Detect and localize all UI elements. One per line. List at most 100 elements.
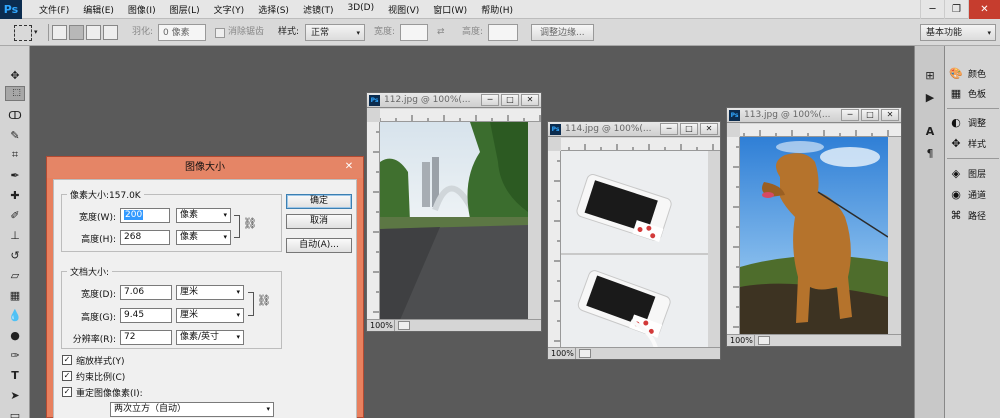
- rect-marquee-tool-icon[interactable]: ⬚: [5, 86, 25, 101]
- close-icon[interactable]: ✕: [342, 161, 356, 174]
- pixel-width-input[interactable]: 200: [120, 208, 170, 223]
- width-input[interactable]: [400, 24, 428, 41]
- menu-select[interactable]: 选择(S): [251, 3, 296, 16]
- menu-view[interactable]: 视图(V): [381, 3, 426, 16]
- new-selection-icon[interactable]: [52, 25, 67, 40]
- panel-item-channels[interactable]: ◉ 通道: [947, 184, 999, 204]
- panel-item-styles[interactable]: ✥ 样式: [947, 133, 999, 153]
- marquee-preset-icon[interactable]: [14, 25, 32, 41]
- move-tool-icon[interactable]: ✥: [5, 66, 25, 84]
- feather-input[interactable]: 0 像素: [158, 24, 206, 41]
- resolution-input[interactable]: 72: [120, 330, 172, 345]
- history-brush-tool-icon[interactable]: ↺: [5, 246, 25, 264]
- character-icon[interactable]: A: [921, 122, 939, 140]
- blur-tool-icon[interactable]: 💧: [5, 306, 25, 324]
- doc-close-button[interactable]: ✕: [700, 123, 718, 135]
- panel-item-paths[interactable]: ⌘ 路径: [947, 205, 999, 225]
- doc-height-unit-select[interactable]: 厘米 ▾: [176, 308, 244, 323]
- doc-height-input[interactable]: 9.45: [120, 308, 172, 323]
- menu-3d[interactable]: 3D(D): [340, 3, 381, 16]
- brush-tool-icon[interactable]: ✐: [5, 206, 25, 224]
- shape-tool-icon[interactable]: ▭: [5, 406, 25, 418]
- constrain-proportions-checkbox[interactable]: ✓: [62, 371, 72, 381]
- menu-image[interactable]: 图像(I): [121, 3, 163, 16]
- doc-width-unit-select[interactable]: 厘米 ▾: [176, 285, 244, 300]
- chevron-down-icon: ▾: [236, 288, 240, 296]
- swap-icon[interactable]: ⇄: [437, 24, 445, 41]
- eraser-tool-icon[interactable]: ▱: [5, 266, 25, 284]
- minimize-button[interactable]: ─: [920, 0, 944, 19]
- path-select-tool-icon[interactable]: ➤: [5, 386, 25, 404]
- doc-minimize-button[interactable]: ─: [481, 94, 499, 106]
- gradient-tool-icon[interactable]: ▦: [5, 286, 25, 304]
- type-tool-icon[interactable]: T: [5, 366, 25, 384]
- quick-select-tool-icon[interactable]: ✎: [5, 126, 25, 144]
- healing-brush-tool-icon[interactable]: ✚: [5, 186, 25, 204]
- menu-file[interactable]: 文件(F): [32, 3, 76, 16]
- document-window-112[interactable]: 112.jpg @ 100%(... Ps ─ □ ✕ 100%: [366, 92, 542, 332]
- auto-button[interactable]: 自动(A)...: [286, 238, 352, 253]
- pixel-height-unit-select[interactable]: 像素 ▾: [176, 230, 231, 245]
- pen-tool-icon[interactable]: ✑: [5, 346, 25, 364]
- crop-tool-icon[interactable]: ⌗: [5, 146, 25, 164]
- image-canvas-112[interactable]: [380, 122, 528, 320]
- menu-layer[interactable]: 图层(L): [163, 3, 207, 16]
- doc-width-input[interactable]: 7.06: [120, 285, 172, 300]
- lasso-tool-icon[interactable]: ↀ: [5, 106, 25, 124]
- style-select[interactable]: 正常 ▾: [305, 24, 365, 41]
- doc-minimize-button[interactable]: ─: [841, 109, 859, 121]
- history-icon[interactable]: ⊞: [921, 66, 939, 84]
- scale-styles-checkbox[interactable]: ✓: [62, 355, 72, 365]
- panel-item-color[interactable]: 🎨 颜色: [947, 63, 999, 83]
- pixel-height-input[interactable]: 268: [120, 230, 170, 245]
- intersect-selection-icon[interactable]: [103, 25, 118, 40]
- resolution-label: 分辨率(R):: [72, 335, 116, 345]
- dialog-title[interactable]: 图像大小: [47, 157, 363, 178]
- close-button[interactable]: ✕: [968, 0, 1000, 19]
- menu-help[interactable]: 帮助(H): [474, 3, 520, 16]
- doc-info-icon[interactable]: [758, 336, 770, 345]
- clone-stamp-tool-icon[interactable]: ⊥: [5, 226, 25, 244]
- ok-button[interactable]: 确定: [286, 194, 352, 209]
- restore-button[interactable]: ❐: [944, 0, 968, 19]
- panel-item-swatches[interactable]: ▦ 色板: [947, 83, 999, 103]
- doc-info-icon[interactable]: [579, 349, 591, 358]
- cancel-button[interactable]: 取消: [286, 214, 352, 229]
- panel-item-layers[interactable]: ◈ 图层: [947, 163, 999, 183]
- zoom-level[interactable]: 100%: [727, 335, 755, 346]
- doc-maximize-button[interactable]: □: [501, 94, 519, 106]
- eyedropper-tool-icon[interactable]: ✒: [5, 166, 25, 184]
- refine-edge-button[interactable]: 调整边缘...: [531, 24, 594, 41]
- dodge-tool-icon[interactable]: ●: [5, 326, 25, 344]
- panel-item-adjustments[interactable]: ◐ 调整: [947, 112, 999, 132]
- menu-type[interactable]: 文字(Y): [207, 3, 252, 16]
- preset-dropdown-arrow-icon[interactable]: ▾: [34, 24, 38, 41]
- pixel-width-unit-select[interactable]: 像素 ▾: [176, 208, 231, 223]
- separator: [48, 24, 49, 41]
- doc-maximize-button[interactable]: □: [680, 123, 698, 135]
- resample-method-select[interactable]: 两次立方（自动） ▾: [110, 402, 274, 417]
- document-window-113[interactable]: 113.jpg @ 100%(... Ps ─ □ ✕ 100%: [726, 107, 902, 347]
- doc-close-button[interactable]: ✕: [521, 94, 539, 106]
- doc-maximize-button[interactable]: □: [861, 109, 879, 121]
- resolution-unit-select[interactable]: 像素/英寸 ▾: [176, 330, 244, 345]
- zoom-level[interactable]: 100%: [367, 320, 395, 331]
- resample-checkbox[interactable]: ✓: [62, 387, 72, 397]
- menu-filter[interactable]: 滤镜(T): [296, 3, 341, 16]
- image-canvas-113[interactable]: [740, 137, 888, 335]
- actions-icon[interactable]: ▶: [921, 88, 939, 106]
- subtract-selection-icon[interactable]: [86, 25, 101, 40]
- antialias-checkbox[interactable]: [215, 28, 225, 38]
- document-window-114[interactable]: 114.jpg @ 100%(... Ps ─ □ ✕ 100%: [547, 121, 721, 360]
- image-canvas-114[interactable]: [561, 151, 708, 348]
- menu-window[interactable]: 窗口(W): [426, 3, 474, 16]
- add-selection-icon[interactable]: [69, 25, 84, 40]
- height-input[interactable]: [488, 24, 518, 41]
- paragraph-icon[interactable]: ¶: [921, 144, 939, 162]
- doc-close-button[interactable]: ✕: [881, 109, 899, 121]
- zoom-level[interactable]: 100%: [548, 348, 576, 359]
- doc-minimize-button[interactable]: ─: [660, 123, 678, 135]
- workspace-select[interactable]: 基本功能 ▾: [920, 24, 996, 41]
- doc-info-icon[interactable]: [398, 321, 410, 330]
- menu-edit[interactable]: 编辑(E): [76, 3, 121, 16]
